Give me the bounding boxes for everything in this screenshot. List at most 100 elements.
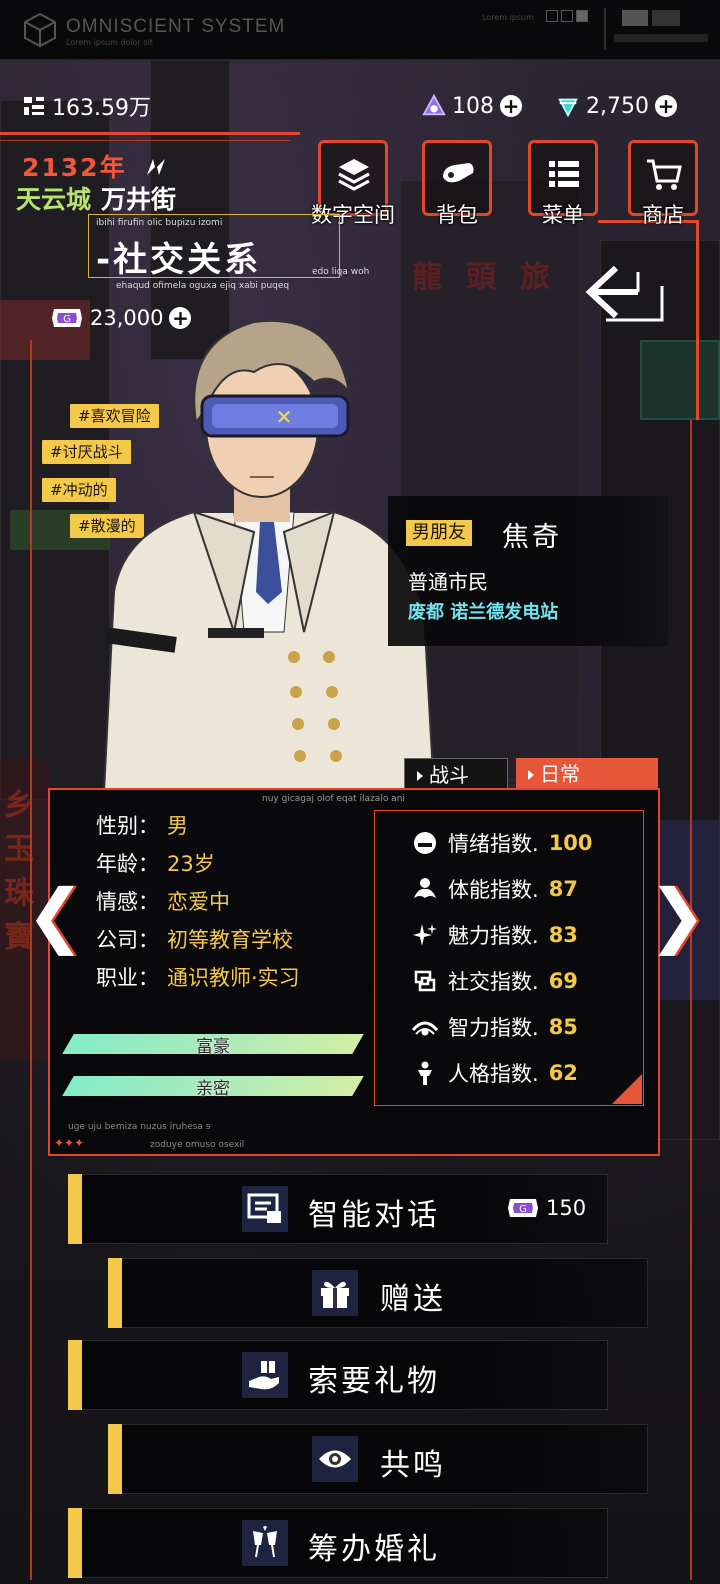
- nav-label: 菜单: [542, 203, 584, 227]
- menu-icon: [549, 161, 579, 187]
- stat-charm: 魅力指数. 83: [410, 920, 578, 950]
- location-city: 天云城: [16, 185, 92, 214]
- svg-text:G: G: [519, 1204, 527, 1215]
- wedding-button[interactable]: 筹办婚礼: [68, 1508, 608, 1578]
- back-arrow-icon[interactable]: [582, 262, 668, 326]
- npc-name: 焦奇: [502, 522, 562, 553]
- panel-stars-decoration: ✦✦✦: [54, 1136, 85, 1150]
- panel-flavor-text: uge uju bemiza nuzus iruhesa s: [68, 1122, 211, 1132]
- tab-arrow-icon: [528, 770, 534, 780]
- attribute-value: 男: [167, 814, 188, 838]
- frame-line: [0, 140, 290, 141]
- indicator-box: [546, 10, 558, 22]
- panel-flavor-text: nuy gicagaj olof eqat ilazalo ani: [262, 794, 405, 804]
- year-display: 2132年: [22, 148, 171, 184]
- bag-icon: [443, 163, 474, 183]
- frame-line: [696, 220, 699, 420]
- stat-label: 智力指数.: [448, 1016, 539, 1040]
- action-label: 智能对话: [308, 1198, 440, 1233]
- stat-value: 69: [548, 969, 578, 993]
- coin-icon: G: [508, 1199, 538, 1217]
- prev-character-arrow[interactable]: ❮: [26, 874, 85, 956]
- nav-digital-space-button[interactable]: 数字空间: [311, 140, 395, 227]
- nav-menu-button[interactable]: 菜单: [528, 140, 598, 227]
- relationship-tag: 男朋友: [406, 520, 472, 546]
- attribute-key: 公司：: [96, 928, 159, 952]
- crystal-counter: 108 +: [422, 90, 522, 122]
- nav-bag-button[interactable]: 背包: [422, 140, 492, 227]
- cash-counter: 163.59万: [22, 90, 151, 122]
- stat-label: 魅力指数.: [448, 924, 539, 948]
- indicator-box: [576, 10, 588, 22]
- add-diamond-button[interactable]: +: [654, 95, 677, 117]
- chat-cost: G 150: [506, 1196, 586, 1220]
- diamond-icon: [556, 94, 580, 118]
- tab-label: 战斗: [429, 763, 469, 787]
- title-flavor-text: ibihi firufin olic bupizu izomi: [96, 218, 223, 228]
- system-bar: OMNISCIENT SYSTEM Lorem ipsum dolor sit …: [0, 0, 720, 60]
- next-character-arrow[interactable]: ❯: [648, 874, 707, 956]
- personality-icon: [410, 1058, 440, 1088]
- diamond-counter: 2,750 +: [556, 90, 677, 122]
- action-label: 索要礼物: [308, 1364, 440, 1399]
- diamond-value: 2,750: [586, 93, 649, 119]
- action-label: 共鸣: [380, 1448, 446, 1483]
- action-label: 筹办婚礼: [308, 1532, 440, 1567]
- system-right-label: Lorem ipsum: [482, 13, 534, 22]
- system-subtitle: Lorem ipsum dolor sit: [66, 38, 153, 47]
- tab-battle[interactable]: 战斗: [404, 758, 508, 790]
- add-crystal-button[interactable]: +: [500, 95, 522, 117]
- stat-social: 社交指数. 69: [410, 966, 578, 996]
- smart-chat-button[interactable]: 智能对话 G 150: [68, 1174, 608, 1244]
- frame-line: [690, 420, 692, 1580]
- intimacy-bar-label: 亲密: [196, 1079, 230, 1099]
- stat-value: 85: [548, 1015, 578, 1039]
- wealth-bar-label: 富豪: [196, 1037, 230, 1057]
- attribute-key: 性别：: [96, 814, 159, 838]
- mood-icon: [410, 828, 440, 858]
- npc-role: 普通市民: [408, 570, 488, 594]
- resonance-button[interactable]: 共鸣: [108, 1424, 648, 1494]
- layers-icon: [338, 159, 370, 191]
- chat-icon: [242, 1186, 288, 1232]
- location: 天云城 万井街: [16, 180, 176, 216]
- request-gift-button[interactable]: 索要礼物: [68, 1340, 608, 1410]
- gift-icon: [312, 1270, 358, 1316]
- attribute-key: 职业：: [96, 966, 159, 990]
- refresh-icon[interactable]: [141, 155, 171, 179]
- stat-personality: 人格指数. 62: [410, 1058, 578, 1088]
- stat-value: 100: [548, 831, 593, 855]
- system-divider: [604, 8, 606, 50]
- page-title: -社交关系: [96, 240, 262, 280]
- cart-icon: [647, 159, 682, 190]
- nav-label: 背包: [436, 203, 478, 227]
- charm-icon: [410, 920, 440, 950]
- stat-value: 83: [548, 923, 578, 947]
- tab-daily[interactable]: 日常: [516, 758, 658, 790]
- tab-label: 日常: [540, 762, 580, 786]
- system-title: OMNISCIENT SYSTEM: [66, 16, 286, 37]
- panel-flavor-text: zoduye omuso osexil: [150, 1140, 245, 1150]
- stat-label: 体能指数.: [448, 878, 539, 902]
- gift-button[interactable]: 赠送: [108, 1258, 648, 1328]
- omniscient-logo-icon: [24, 12, 56, 48]
- social-icon: [410, 966, 440, 996]
- attribute-value: 23岁: [167, 852, 215, 876]
- npc-place: 废都 诺兰德发电站: [408, 602, 559, 623]
- stamina-icon: [410, 874, 440, 904]
- stat-intellect: 智力指数. 85: [410, 1012, 578, 1042]
- nav-label: 商店: [642, 203, 684, 227]
- stat-label: 情绪指数.: [448, 832, 539, 856]
- svg-text:✕: ✕: [276, 405, 293, 429]
- crystal-icon: [422, 93, 446, 118]
- request-gift-icon: [242, 1352, 288, 1398]
- attribute-key: 年龄：: [96, 852, 159, 876]
- stat-mood: 情绪指数. 100: [410, 828, 593, 858]
- nav-shop-button[interactable]: 商店: [628, 140, 698, 227]
- frame-line: [0, 132, 300, 135]
- coin-icon: G: [52, 309, 82, 327]
- stat-label: 社交指数.: [448, 970, 539, 994]
- stat-label: 人格指数.: [448, 1062, 539, 1086]
- attribute-key: 情感：: [96, 890, 159, 914]
- cash-value: 163.59万: [52, 96, 151, 121]
